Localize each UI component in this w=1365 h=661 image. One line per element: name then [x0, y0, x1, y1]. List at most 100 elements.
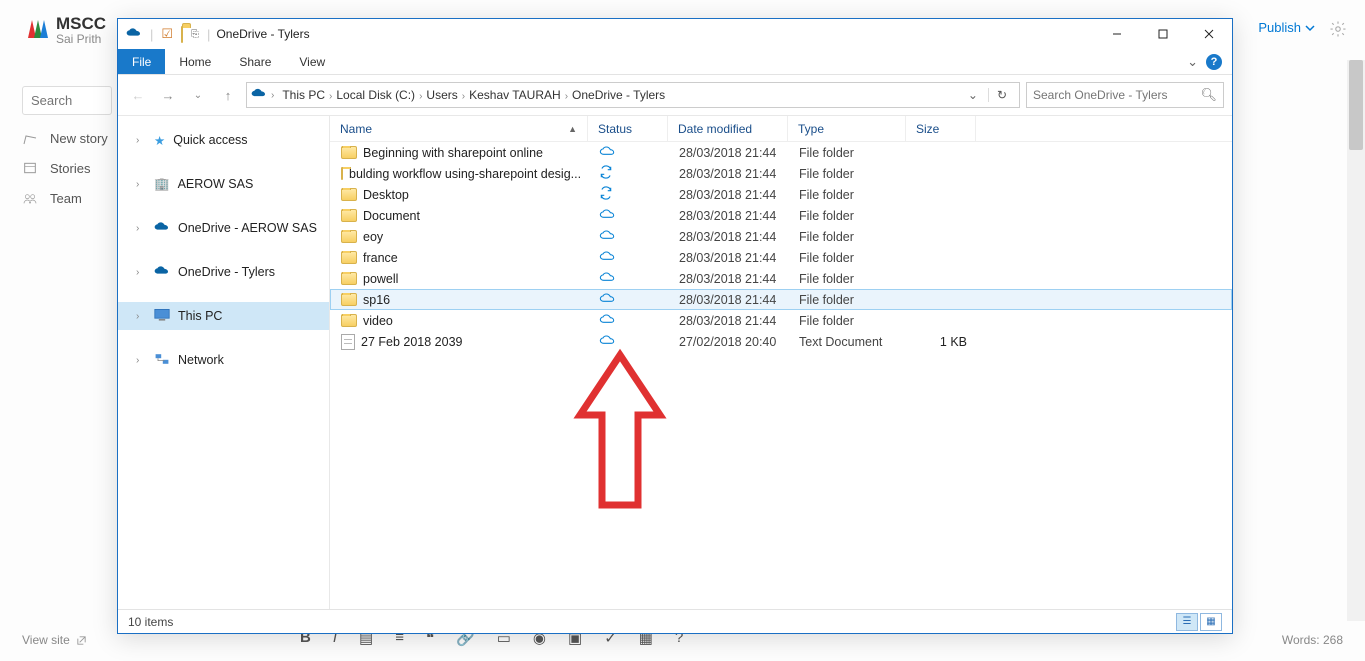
file-name: 27 Feb 2018 2039 [361, 335, 462, 349]
back-button[interactable]: ← [126, 83, 150, 107]
nav-item-onedrive-tylers[interactable]: › OneDrive - Tylers [118, 258, 329, 286]
publish-button[interactable]: Publish [1258, 20, 1315, 35]
file-row[interactable]: france28/03/2018 21:44File folder [330, 247, 1232, 268]
file-type: File folder [789, 251, 907, 265]
sidebar-item-stories[interactable]: Stories [22, 160, 108, 176]
breadcrumb-segment[interactable]: This PC [278, 88, 329, 102]
view-site-label: View site [22, 633, 70, 647]
file-type: File folder [789, 272, 907, 286]
expand-icon[interactable]: › [136, 135, 146, 146]
file-name: video [363, 314, 393, 328]
file-row[interactable]: bulding workflow using-sharepoint desig.… [330, 163, 1232, 184]
qat-folder-icon[interactable] [181, 27, 183, 42]
folder-icon [341, 209, 357, 222]
nav-item-network[interactable]: › Network [118, 346, 329, 374]
breadcrumb-segment[interactable]: Local Disk (C:) [332, 88, 419, 102]
building-icon: 🏢 [154, 177, 170, 192]
file-row[interactable]: sp1628/03/2018 21:44File folder [330, 289, 1232, 310]
file-date: 28/03/2018 21:44 [669, 230, 789, 244]
sidebar-item-label: Team [50, 191, 82, 206]
file-row[interactable]: Beginning with sharepoint online28/03/20… [330, 142, 1232, 163]
ribbon-tabs: File Home Share View ⌄ ? [118, 49, 1232, 75]
nav-item-this-pc[interactable]: ›This PC [118, 302, 329, 330]
nav-item-aerow-sas[interactable]: ›🏢AEROW SAS [118, 170, 329, 198]
expand-icon[interactable]: › [136, 223, 146, 234]
cloud-status-icon [599, 270, 615, 287]
search-input[interactable] [22, 86, 112, 115]
gear-icon[interactable] [1329, 20, 1347, 41]
details-view-button[interactable]: ☰ [1176, 613, 1198, 631]
file-type: File folder [789, 209, 907, 223]
column-type[interactable]: Type [788, 116, 906, 141]
network-icon [154, 352, 170, 369]
chevron-right-icon[interactable]: › [271, 90, 274, 101]
column-date[interactable]: Date modified [668, 116, 788, 141]
file-name: bulding workflow using-sharepoint desig.… [349, 167, 581, 181]
tab-share[interactable]: Share [225, 49, 285, 74]
expand-icon[interactable]: › [136, 311, 146, 322]
search-icon[interactable]: 🔍︎ [1200, 87, 1217, 103]
forward-button[interactable]: → [156, 83, 180, 107]
folder-icon [341, 167, 343, 180]
ribbon-expand-icon[interactable]: ⌄ [1187, 54, 1198, 70]
icons-view-button[interactable]: ▦ [1200, 613, 1222, 631]
close-button[interactable] [1186, 19, 1232, 49]
nav-item-label: Network [178, 353, 224, 367]
qat-checkbox-icon[interactable]: ☑ [161, 26, 173, 42]
address-dropdown-icon[interactable]: ⌄ [962, 88, 984, 102]
maximize-button[interactable] [1140, 19, 1186, 49]
folder-icon [341, 293, 357, 306]
nav-item-quick-access[interactable]: ›★Quick access [118, 126, 329, 154]
file-rows: Beginning with sharepoint online28/03/20… [330, 142, 1232, 609]
window-title: OneDrive - Tylers [216, 27, 309, 41]
minimize-button[interactable] [1094, 19, 1140, 49]
tab-home[interactable]: Home [165, 49, 225, 74]
file-type: File folder [789, 188, 907, 202]
folder-icon [341, 188, 357, 201]
search-box: 🔍︎ [1026, 82, 1224, 108]
nav-item-onedrive-aerow-sas[interactable]: › OneDrive - AEROW SAS [118, 214, 329, 242]
cloud-status-icon [599, 228, 615, 245]
titlebar: | ☑ ⎘ | OneDrive - Tylers [118, 19, 1232, 49]
file-row[interactable]: 27 Feb 2018 2039 27/02/2018 20:40Text Doc… [330, 331, 1232, 352]
file-row[interactable]: powell28/03/2018 21:44File folder [330, 268, 1232, 289]
view-site-link[interactable]: View site [22, 633, 87, 647]
file-name: sp16 [363, 293, 390, 307]
file-name: Desktop [363, 188, 409, 202]
explorer-search-input[interactable] [1033, 88, 1200, 102]
file-row[interactable]: eoy28/03/2018 21:44File folder [330, 226, 1232, 247]
up-button[interactable]: ↑ [216, 83, 240, 107]
scrollbar[interactable] [1347, 60, 1365, 621]
file-date: 27/02/2018 20:40 [669, 335, 789, 349]
expand-icon[interactable]: › [136, 267, 146, 278]
tab-view[interactable]: View [285, 49, 339, 74]
tab-file[interactable]: File [118, 49, 165, 74]
recent-dropdown[interactable]: ⌄ [186, 83, 210, 107]
breadcrumb[interactable]: › This PC›Local Disk (C:)›Users›Keshav T… [246, 82, 1020, 108]
file-row[interactable]: Document28/03/2018 21:44File folder [330, 205, 1232, 226]
sidebar-item-team[interactable]: Team [22, 190, 108, 206]
help-icon[interactable]: ? [1206, 54, 1222, 70]
onedrive-crumb-icon[interactable] [251, 88, 267, 102]
breadcrumb-segment[interactable]: Users [422, 88, 461, 102]
qat-dropdown-icon[interactable]: ⎘ [191, 29, 199, 40]
file-type: Text Document [789, 335, 907, 349]
nav-item-label: OneDrive - Tylers [178, 265, 275, 279]
column-name[interactable]: Name▲ [330, 116, 588, 141]
nav-item-label: Quick access [173, 133, 247, 147]
file-date: 28/03/2018 21:44 [669, 167, 789, 181]
cloud-status-icon [599, 333, 615, 350]
nav-item-label: OneDrive - AEROW SAS [178, 221, 317, 235]
sidebar-item-new-story[interactable]: New story [22, 130, 108, 146]
file-row[interactable]: video28/03/2018 21:44File folder [330, 310, 1232, 331]
file-row[interactable]: Desktop28/03/2018 21:44File folder [330, 184, 1232, 205]
column-status[interactable]: Status [588, 116, 668, 141]
scrollbar-thumb[interactable] [1349, 60, 1363, 150]
breadcrumb-segment[interactable]: Keshav TAURAH [465, 88, 565, 102]
column-size[interactable]: Size [906, 116, 976, 141]
breadcrumb-segment[interactable]: OneDrive - Tylers [568, 88, 669, 102]
expand-icon[interactable]: › [136, 179, 146, 190]
expand-icon[interactable]: › [136, 355, 146, 366]
file-date: 28/03/2018 21:44 [669, 293, 789, 307]
refresh-button[interactable]: ↻ [988, 88, 1015, 102]
